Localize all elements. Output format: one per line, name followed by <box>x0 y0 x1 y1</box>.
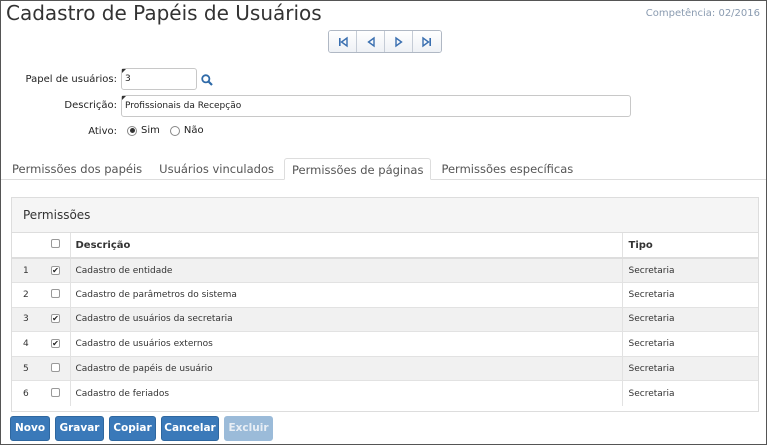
gravar-button[interactable]: Gravar <box>55 415 104 441</box>
row-checkbox-cell: ✔ <box>43 331 71 357</box>
row-descricao: Cadastro de parâmetros do sistema <box>70 282 623 308</box>
row-checkbox[interactable]: ✔ <box>51 314 60 324</box>
ativo-option-nao[interactable]: Não <box>169 125 204 136</box>
header-descricao[interactable]: Descrição <box>70 233 623 259</box>
record-navigation <box>328 30 442 53</box>
row-tipo: Secretaria <box>622 306 758 332</box>
header-tipo[interactable]: Tipo <box>622 233 758 259</box>
tab-bar: Permissões dos papéis Usuários vinculado… <box>1 158 766 180</box>
row-number: 3 <box>12 306 43 332</box>
row-number: 6 <box>12 380 43 406</box>
row-number: 4 <box>12 331 43 357</box>
excluir-button[interactable]: Excluir <box>224 415 273 441</box>
row-descricao: Cadastro de entidade <box>70 257 623 283</box>
select-all-checkbox[interactable] <box>51 239 60 248</box>
previous-record-button[interactable] <box>357 31 385 52</box>
row-descricao: Cadastro de papéis de usuário <box>70 355 623 381</box>
row-checkbox-cell <box>43 355 71 381</box>
row-checkbox[interactable]: ✔ <box>51 339 60 349</box>
table-row[interactable]: 4 ✔ Cadastro de usuários externos Secretari… <box>12 331 758 357</box>
tab-usuarios-vinculados[interactable]: Usuários vinculados <box>152 158 281 180</box>
ativo-radio-group: Sim Não <box>127 125 214 136</box>
copiar-button[interactable]: Copiar <box>109 415 156 441</box>
radio-sim[interactable] <box>127 125 137 136</box>
competencia-label: Competência: 02/2016 <box>645 8 760 19</box>
table-row[interactable]: 5 Cadastro de papéis de usuário Secretaria <box>12 355 758 381</box>
row-tipo: Secretaria <box>622 282 758 308</box>
table-row[interactable]: 6 Cadastro de feriados Secretaria <box>12 380 758 406</box>
novo-button[interactable]: Novo <box>10 415 50 441</box>
papel-label: Papel de usuários: <box>25 74 117 85</box>
ativo-label: Ativo: <box>88 126 117 137</box>
row-tipo: Secretaria <box>622 257 758 283</box>
header-checkbox-cell <box>43 233 71 259</box>
permissions-title: Permissões <box>12 198 758 233</box>
row-tipo: Secretaria <box>622 355 758 381</box>
tab-permissoes-papeis[interactable]: Permissões dos papéis <box>5 158 149 180</box>
action-toolbar: Novo Gravar Copiar Cancelar Excluir <box>1 412 766 444</box>
cancelar-button[interactable]: Cancelar <box>161 415 219 441</box>
row-checkbox-cell <box>43 282 71 308</box>
first-record-button[interactable] <box>329 31 357 52</box>
row-descricao: Cadastro de feriados <box>70 380 623 406</box>
ativo-option-label: Sim <box>141 125 160 136</box>
search-icon[interactable] <box>200 73 214 87</box>
descricao-input[interactable]: Profissionais da Recepção <box>121 95 631 117</box>
permissions-panel: Permissões Descrição Tipo 1 ✔ Cadastro de … <box>11 197 759 412</box>
row-number: 2 <box>12 282 43 308</box>
last-record-button[interactable] <box>413 31 441 52</box>
ativo-option-label: Não <box>183 125 204 136</box>
row-tipo: Secretaria <box>622 380 758 406</box>
ativo-option-sim[interactable]: Sim <box>127 125 160 136</box>
papel-input[interactable]: 3 <box>121 68 197 90</box>
tab-permissoes-especificas[interactable]: Permissões específicas <box>434 158 580 180</box>
radio-nao[interactable] <box>169 125 180 136</box>
next-icon <box>394 36 403 47</box>
row-number: 5 <box>12 355 43 381</box>
row-tipo: Secretaria <box>622 331 758 357</box>
papel-value: 3 <box>125 74 131 84</box>
descricao-value: Profissionais da Recepção <box>125 101 242 111</box>
next-record-button[interactable] <box>385 31 413 52</box>
row-descricao: Cadastro de usuários da secretaria <box>70 306 623 332</box>
row-checkbox-cell: ✔ <box>43 306 71 332</box>
table-row[interactable]: 2 Cadastro de parâmetros do sistema Secret… <box>12 282 758 308</box>
page-title: Cadastro de Papéis de Usuários <box>6 1 322 25</box>
tab-permissoes-paginas[interactable]: Permissões de páginas <box>283 158 432 180</box>
row-checkbox[interactable] <box>51 362 60 372</box>
table-row[interactable]: 3 ✔ Cadastro de usuários da secretaria Secr… <box>12 306 758 332</box>
descricao-label: Descrição: <box>64 100 117 111</box>
row-checkbox[interactable]: ✔ <box>51 265 60 275</box>
row-checkbox-cell <box>43 380 71 406</box>
header-num <box>12 233 43 259</box>
first-icon <box>338 36 348 47</box>
previous-icon <box>366 36 375 47</box>
row-checkbox[interactable] <box>51 387 60 397</box>
last-icon <box>422 36 431 47</box>
row-checkbox[interactable] <box>51 288 60 298</box>
row-checkbox-cell: ✔ <box>43 257 71 283</box>
permissions-table: Descrição Tipo 1 ✔ Cadastro de entidade Sec… <box>12 233 758 406</box>
row-descricao: Cadastro de usuários externos <box>70 331 623 357</box>
row-number: 1 <box>12 257 43 283</box>
table-row[interactable]: 1 ✔ Cadastro de entidade Secretaria <box>12 257 758 283</box>
